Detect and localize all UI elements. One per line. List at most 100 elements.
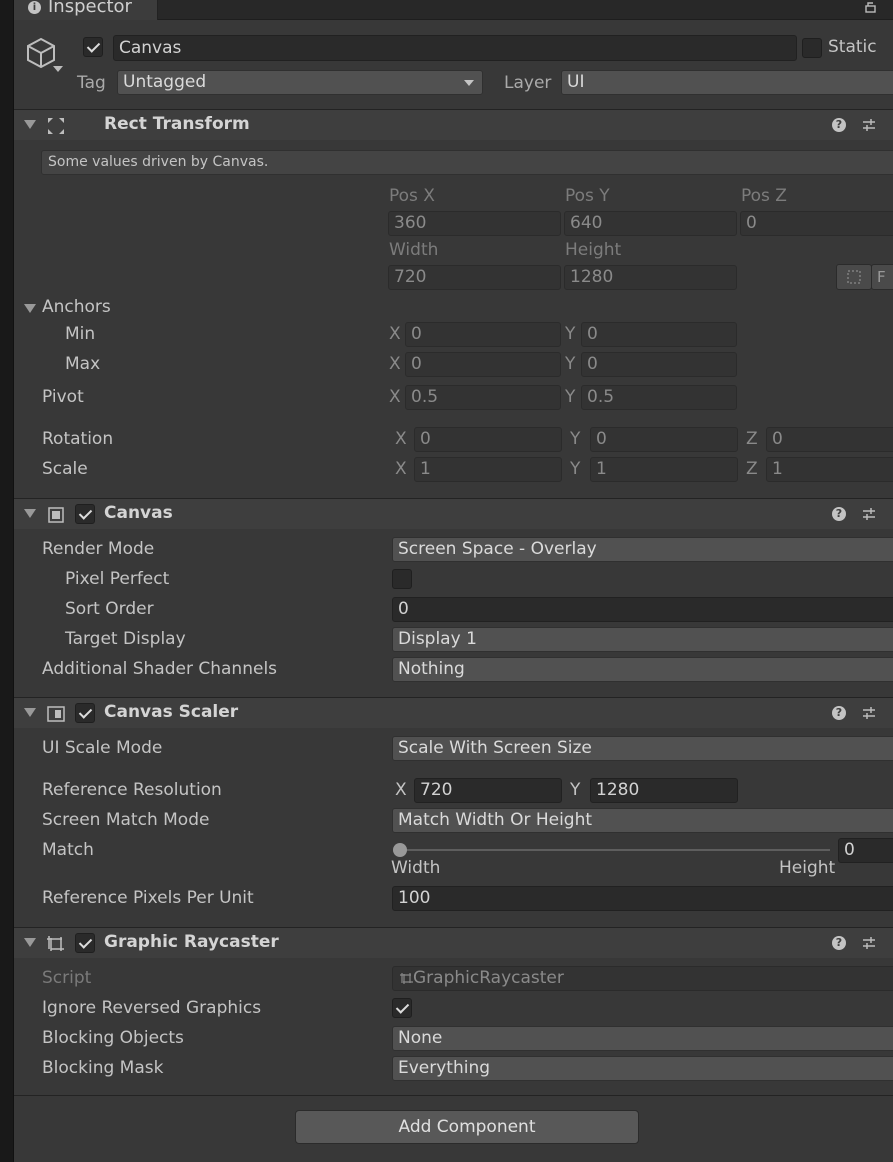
settings-sliders-icon[interactable] (861, 117, 877, 133)
raw-edit-button[interactable]: F (871, 264, 893, 290)
foldout-arrow-icon[interactable] (24, 120, 36, 129)
anchor-min-x-axis: X (389, 324, 401, 344)
settings-sliders-icon[interactable] (861, 705, 877, 721)
foldout-arrow-icon[interactable] (24, 509, 36, 518)
ui-scale-mode-dropdown[interactable]: Scale With Screen Size (392, 736, 893, 761)
anchor-min-y-field[interactable]: 0 (581, 322, 737, 347)
render-mode-dropdown[interactable]: Screen Space - Overlay (392, 537, 893, 562)
script-icon (400, 973, 413, 984)
ui-scale-mode-label: UI Scale Mode (42, 738, 163, 758)
pivot-x-field[interactable]: 0.5 (405, 385, 561, 410)
graphic-raycaster-header[interactable]: Graphic Raycaster ? (14, 927, 893, 958)
pos-y-field[interactable]: 640 (564, 211, 737, 236)
screen-match-mode-dropdown[interactable]: Match Width Or Height (392, 808, 893, 833)
reference-resolution-y-field[interactable]: 1280 (590, 778, 738, 803)
object-name-field[interactable]: Canvas (113, 35, 797, 61)
pos-z-field[interactable]: 0 (740, 211, 893, 236)
anchor-max-x-axis: X (389, 354, 401, 374)
script-value: GraphicRaycaster (413, 968, 564, 988)
chevron-down-icon (464, 80, 474, 86)
match-slider-thumb[interactable] (393, 843, 407, 857)
ignore-reversed-checkbox[interactable] (392, 998, 412, 1018)
anchor-min-x-field[interactable]: 0 (405, 322, 561, 347)
lock-icon[interactable] (865, 1, 877, 13)
pixel-perfect-checkbox[interactable] (392, 569, 412, 589)
rotation-z-axis: Z (746, 429, 758, 449)
pos-x-field[interactable]: 360 (388, 211, 561, 236)
scale-z-axis: Z (746, 459, 758, 479)
canvas-icon (48, 507, 64, 523)
anchor-max-x-field[interactable]: 0 (405, 352, 561, 377)
reference-resolution-x-field[interactable]: 720 (414, 778, 562, 803)
scale-label: Scale (42, 459, 88, 479)
shader-channels-dropdown[interactable]: Nothing (392, 657, 893, 682)
blocking-objects-label: Blocking Objects (42, 1028, 184, 1048)
static-checkbox[interactable] (802, 38, 822, 58)
object-active-checkbox[interactable] (83, 37, 103, 57)
foldout-arrow-icon[interactable] (24, 708, 36, 717)
sort-order-field[interactable]: 0 (392, 597, 893, 622)
graphic-raycaster-enabled-checkbox[interactable] (75, 933, 95, 953)
canvas-scaler-title: Canvas Scaler (104, 702, 239, 722)
blueprint-mode-button[interactable] (836, 264, 872, 290)
scale-x-field[interactable]: 1 (414, 457, 562, 482)
driven-by-canvas-note: Some values driven by Canvas. (41, 150, 893, 175)
canvas-scaler-enabled-checkbox[interactable] (75, 703, 95, 723)
layer-dropdown[interactable]: UI (561, 70, 893, 95)
reference-ppu-field[interactable]: 100 (392, 886, 893, 911)
anchor-min-label: Min (65, 324, 96, 344)
info-icon: i (28, 1, 41, 14)
canvas-scaler-header[interactable]: Canvas Scaler ? (14, 697, 893, 728)
scale-y-field[interactable]: 1 (590, 457, 738, 482)
graphic-raycaster-title: Graphic Raycaster (104, 932, 279, 952)
settings-sliders-icon[interactable] (861, 506, 877, 522)
anchor-max-y-field[interactable]: 0 (581, 352, 737, 377)
sort-order-label: Sort Order (65, 599, 154, 619)
foldout-arrow-icon[interactable] (24, 938, 36, 947)
match-value-field[interactable]: 0 (838, 838, 893, 863)
canvas-header[interactable]: Canvas ? (14, 498, 893, 529)
pivot-label: Pivot (42, 387, 84, 407)
anchors-foldout-icon[interactable] (24, 304, 36, 313)
dotted-rect-icon (847, 270, 861, 284)
scale-z-field[interactable]: 1 (766, 457, 893, 482)
graphic-raycaster-icon (47, 936, 64, 951)
rotation-z-field[interactable]: 0 (766, 427, 893, 452)
target-display-label: Target Display (65, 629, 186, 649)
blocking-mask-dropdown[interactable]: Everything (392, 1056, 893, 1081)
height-field[interactable]: 1280 (564, 265, 737, 290)
settings-sliders-icon[interactable] (861, 935, 877, 951)
canvas-enabled-checkbox[interactable] (75, 504, 95, 524)
help-icon[interactable]: ? (832, 118, 846, 132)
rotation-y-field[interactable]: 0 (590, 427, 738, 452)
script-field[interactable]: GraphicRaycaster (392, 966, 893, 991)
anchors-label[interactable]: Anchors (42, 297, 111, 317)
scale-x-axis: X (395, 459, 407, 479)
blocking-objects-dropdown[interactable]: None (392, 1026, 893, 1051)
help-icon[interactable]: ? (832, 507, 846, 521)
tab-inspector[interactable]: i Inspector (14, 0, 158, 20)
pivot-x-axis: X (389, 387, 401, 407)
width-field[interactable]: 720 (388, 265, 561, 290)
scale-y-axis: Y (570, 459, 581, 479)
anchor-max-y-axis: Y (565, 354, 576, 374)
static-label: Static (828, 37, 877, 57)
rotation-x-field[interactable]: 0 (414, 427, 562, 452)
help-icon[interactable]: ? (832, 936, 846, 950)
ref-res-x-axis: X (395, 780, 407, 800)
canvas-scaler-icon (47, 706, 65, 722)
anchor-max-label: Max (65, 354, 101, 374)
help-icon[interactable]: ? (832, 706, 846, 720)
match-slider-track[interactable] (396, 849, 830, 851)
tag-label: Tag (77, 73, 106, 93)
match-width-label: Width (391, 858, 441, 878)
pos-z-label: Pos Z (741, 186, 787, 206)
pivot-y-field[interactable]: 0.5 (581, 385, 737, 410)
target-display-dropdown[interactable]: Display 1 (392, 627, 893, 652)
tag-dropdown[interactable]: Untagged (117, 70, 483, 95)
pos-x-label: Pos X (389, 186, 435, 206)
icon-dropdown-caret-icon[interactable] (53, 66, 63, 72)
add-component-button[interactable]: Add Component (295, 1110, 639, 1144)
rect-transform-header[interactable]: Rect Transform ? (14, 109, 893, 140)
tag-value: Untagged (123, 72, 207, 92)
